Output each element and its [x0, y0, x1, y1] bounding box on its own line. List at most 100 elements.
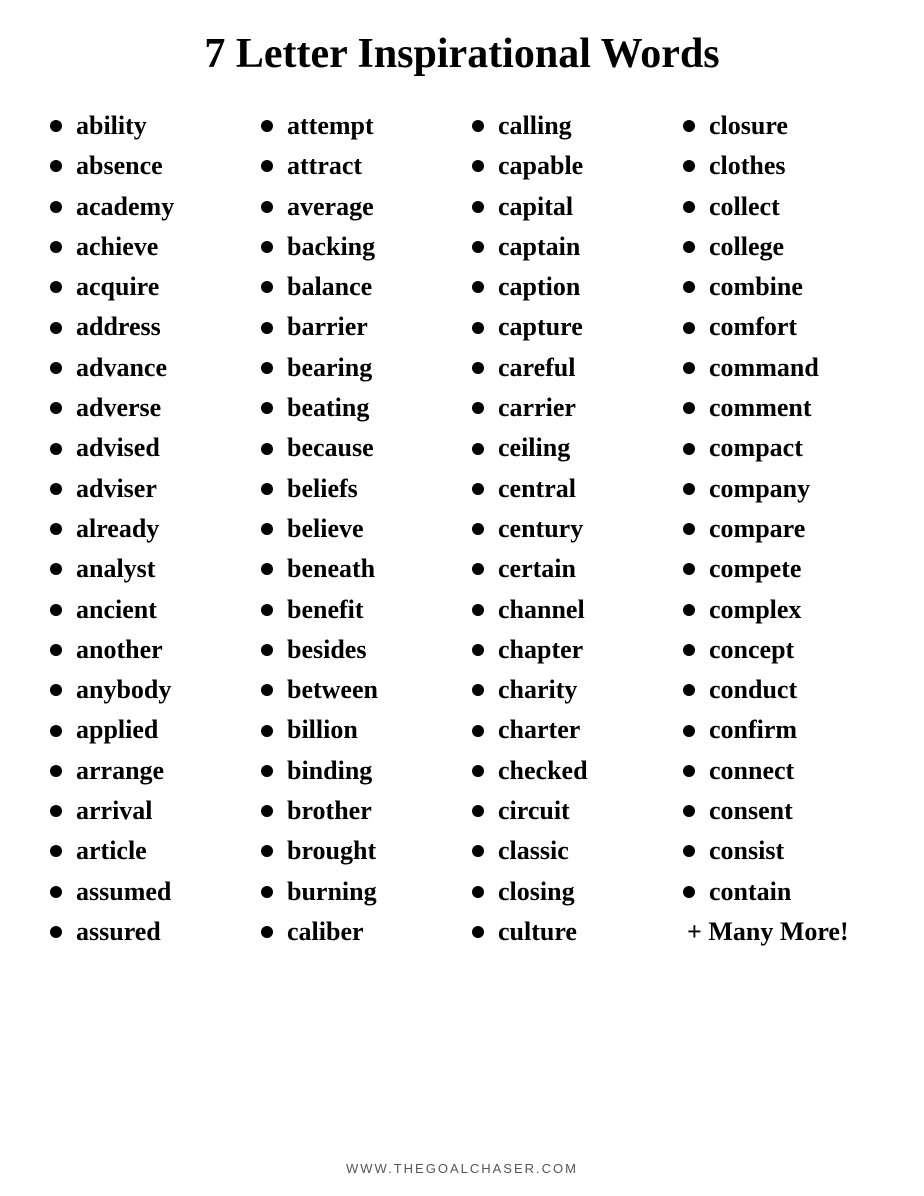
list-item: contain — [683, 872, 874, 912]
word-label: consent — [709, 791, 793, 831]
list-item: capture — [472, 307, 663, 347]
bullet-icon — [261, 201, 273, 213]
bullet-icon — [50, 402, 62, 414]
bullet-icon — [50, 281, 62, 293]
word-label: certain — [498, 549, 576, 589]
bullet-icon — [261, 563, 273, 575]
list-item: channel — [472, 590, 663, 630]
list-item: adverse — [50, 388, 241, 428]
bullet-icon — [50, 684, 62, 696]
word-label: because — [287, 428, 374, 468]
list-item: comfort — [683, 307, 874, 347]
word-label: attract — [287, 146, 362, 186]
bullet-icon — [261, 322, 273, 334]
list-item: beliefs — [261, 469, 452, 509]
list-item: advised — [50, 428, 241, 468]
word-label: address — [76, 307, 161, 347]
more-label: + Many More! — [683, 912, 874, 952]
list-item: circuit — [472, 791, 663, 831]
word-label: brought — [287, 831, 376, 871]
list-item: command — [683, 348, 874, 388]
word-label: comfort — [709, 307, 797, 347]
list-item: central — [472, 469, 663, 509]
column-4: closureclothescollectcollegecombinecomfo… — [673, 106, 884, 1141]
word-label: contain — [709, 872, 791, 912]
word-label: comment — [709, 388, 812, 428]
bullet-icon — [683, 523, 695, 535]
word-label: capture — [498, 307, 583, 347]
list-item: because — [261, 428, 452, 468]
bullet-icon — [261, 241, 273, 253]
bullet-icon — [261, 765, 273, 777]
list-item: analyst — [50, 549, 241, 589]
list-item: calling — [472, 106, 663, 146]
list-item: believe — [261, 509, 452, 549]
word-label: brother — [287, 791, 372, 831]
word-label: achieve — [76, 227, 158, 267]
list-item: bearing — [261, 348, 452, 388]
list-item: consent — [683, 791, 874, 831]
list-item: absence — [50, 146, 241, 186]
bullet-icon — [683, 281, 695, 293]
word-label: capable — [498, 146, 583, 186]
list-item: burning — [261, 872, 452, 912]
list-item: checked — [472, 751, 663, 791]
word-label: already — [76, 509, 159, 549]
bullet-icon — [683, 201, 695, 213]
bullet-icon — [683, 765, 695, 777]
list-item: ceiling — [472, 428, 663, 468]
bullet-icon — [472, 201, 484, 213]
word-label: balance — [287, 267, 372, 307]
list-item: captain — [472, 227, 663, 267]
list-item: closing — [472, 872, 663, 912]
bullet-icon — [261, 120, 273, 132]
bullet-icon — [472, 160, 484, 172]
bullet-icon — [261, 845, 273, 857]
bullet-icon — [261, 604, 273, 616]
list-item: assured — [50, 912, 241, 952]
list-item: attract — [261, 146, 452, 186]
word-label: adverse — [76, 388, 161, 428]
bullet-icon — [261, 281, 273, 293]
word-label: checked — [498, 751, 588, 791]
list-item: classic — [472, 831, 663, 871]
list-item: ancient — [50, 590, 241, 630]
word-label: confirm — [709, 710, 797, 750]
list-item: confirm — [683, 710, 874, 750]
bullet-icon — [472, 362, 484, 374]
list-item: connect — [683, 751, 874, 791]
list-item: academy — [50, 187, 241, 227]
bullet-icon — [50, 120, 62, 132]
bullet-icon — [261, 402, 273, 414]
bullet-icon — [683, 160, 695, 172]
bullet-icon — [261, 523, 273, 535]
bullet-icon — [472, 886, 484, 898]
list-item: ability — [50, 106, 241, 146]
list-item: company — [683, 469, 874, 509]
list-item: already — [50, 509, 241, 549]
page-title: 7 Letter Inspirational Words — [204, 30, 719, 78]
list-item: advance — [50, 348, 241, 388]
word-label: arrival — [76, 791, 153, 831]
bullet-icon — [50, 926, 62, 938]
bullet-icon — [683, 443, 695, 455]
bullet-icon — [261, 886, 273, 898]
list-item: anybody — [50, 670, 241, 710]
list-item: achieve — [50, 227, 241, 267]
list-item: consist — [683, 831, 874, 871]
list-item: article — [50, 831, 241, 871]
word-label: beliefs — [287, 469, 358, 509]
bullet-icon — [472, 402, 484, 414]
bullet-icon — [261, 684, 273, 696]
word-label: benefit — [287, 590, 364, 630]
list-item: arrange — [50, 751, 241, 791]
bullet-icon — [683, 241, 695, 253]
word-label: anybody — [76, 670, 171, 710]
list-item: average — [261, 187, 452, 227]
list-item: charity — [472, 670, 663, 710]
word-label: absence — [76, 146, 163, 186]
bullet-icon — [472, 563, 484, 575]
list-item: certain — [472, 549, 663, 589]
word-label: ceiling — [498, 428, 570, 468]
column-3: callingcapablecapitalcaptaincaptioncaptu… — [462, 106, 673, 1141]
